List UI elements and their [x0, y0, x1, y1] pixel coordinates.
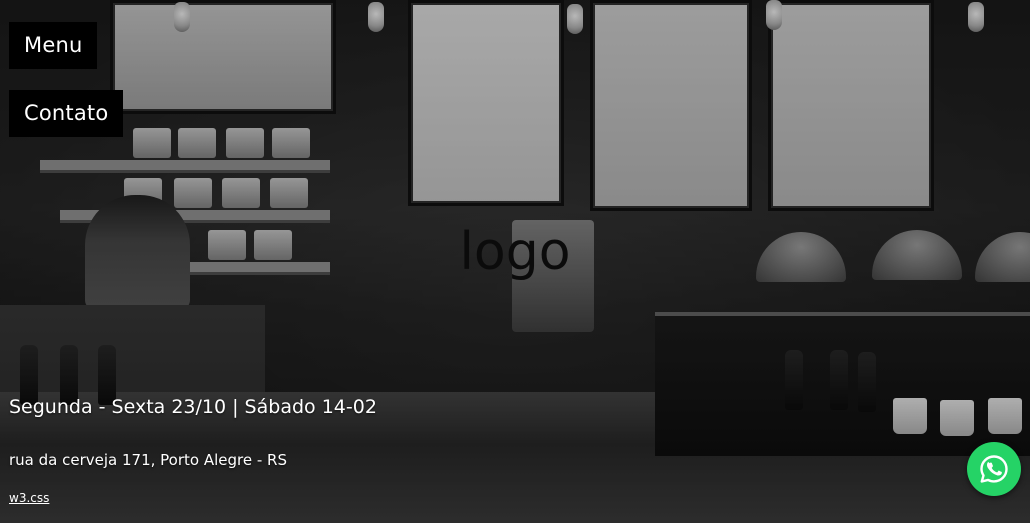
address-text: rua da cerveja 171, Porto Alegre - RS	[9, 451, 287, 469]
opening-hours: Segunda - Sexta 23/10 | Sábado 14-02	[9, 396, 377, 418]
light-bulb	[174, 2, 190, 32]
bottle	[858, 352, 876, 412]
jar	[270, 178, 308, 208]
display-case	[655, 312, 1030, 456]
jar	[133, 128, 171, 158]
bottle	[830, 350, 848, 410]
jar	[124, 178, 162, 208]
contact-button[interactable]: Contato	[9, 90, 124, 137]
jar	[178, 128, 216, 158]
whatsapp-button[interactable]	[967, 442, 1021, 496]
jar	[272, 128, 310, 158]
menu-board	[590, 0, 752, 211]
menu-button[interactable]: Menu	[9, 22, 98, 69]
menu-board	[408, 0, 564, 206]
mug	[940, 400, 974, 436]
mug	[893, 398, 927, 434]
light-bulb	[766, 0, 782, 30]
jar	[226, 128, 264, 158]
hero-section: Menu Contato logo Segunda - Sexta 23/10 …	[0, 0, 1030, 523]
mug	[988, 398, 1022, 434]
jar	[222, 178, 260, 208]
light-bulb	[968, 2, 984, 32]
logo-text: logo	[459, 222, 571, 282]
bottle	[785, 350, 803, 410]
wall-sign	[110, 0, 336, 114]
shelf	[40, 160, 330, 173]
light-bulb	[368, 2, 384, 32]
whatsapp-icon	[980, 455, 1008, 483]
w3css-credit-link[interactable]: w3.css	[9, 491, 49, 505]
jar	[174, 178, 212, 208]
light-bulb	[567, 4, 583, 34]
menu-board	[768, 0, 934, 211]
